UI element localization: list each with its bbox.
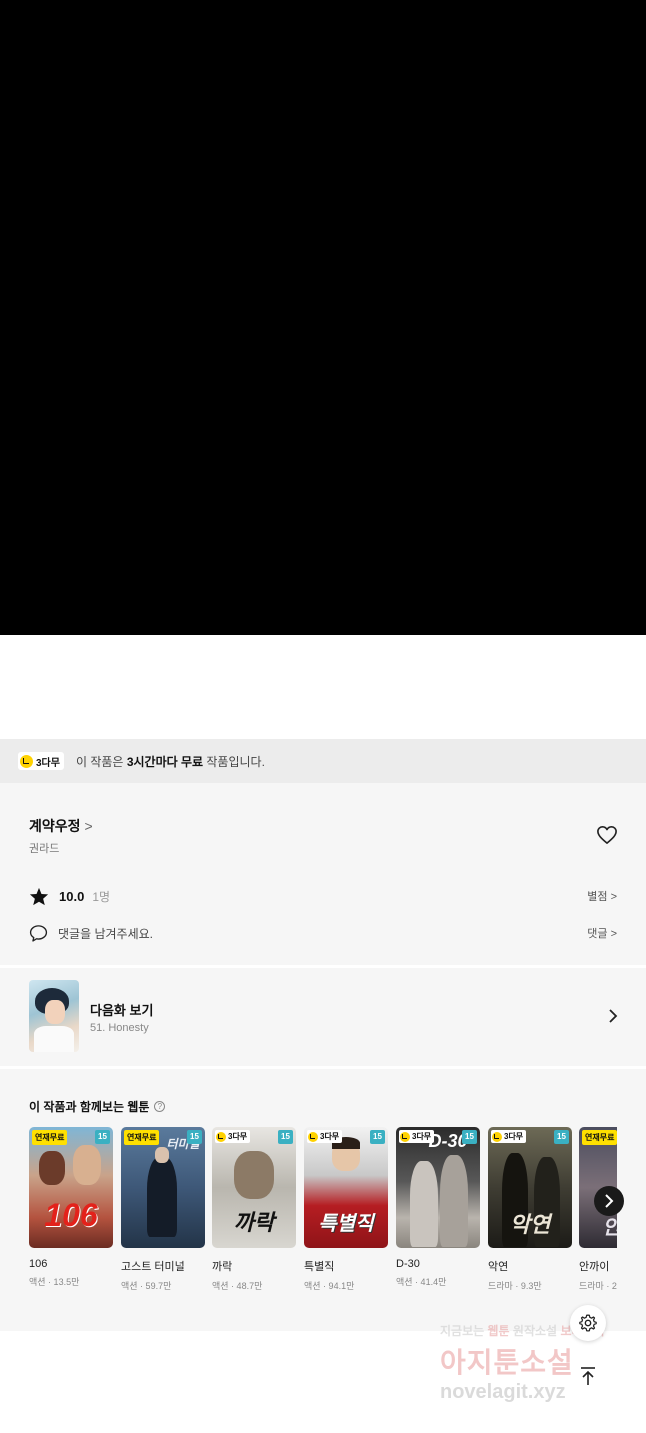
badge-label: 3다무	[504, 1132, 524, 1141]
notice-suffix: 작품입니다.	[203, 754, 265, 769]
cover-title-art: 106	[44, 1197, 98, 1233]
card-meta: 액션 · 41.4만	[396, 1277, 447, 1287]
card-title: 안까이	[579, 1261, 610, 1273]
cover-title-art: 까락	[233, 1210, 275, 1235]
recommend-card[interactable]: 106 연재무료 15 106 액션 · 13.5만	[29, 1127, 113, 1288]
divider	[0, 1066, 646, 1069]
clock-icon	[308, 1131, 318, 1142]
age-rating-badge: 15	[278, 1130, 293, 1144]
notice-text: 이 작품은 3시간마다 무료 작품입니다.	[76, 753, 265, 770]
cover-title-art: 특별직	[318, 1213, 374, 1235]
rate-label: 별점	[587, 891, 608, 903]
card-meta: 액션 · 94.1만	[304, 1281, 355, 1291]
series-title-link[interactable]: 계약우정 >	[29, 816, 93, 836]
series-title: 계약우정	[29, 818, 81, 834]
author-name: 권라드	[29, 843, 60, 855]
chevron-right-icon: >	[610, 928, 617, 940]
cover-image: 특별직 3다무 15	[304, 1127, 388, 1248]
cover-image: 악연 3다무 15	[488, 1127, 572, 1248]
cover-image: 까락 3다무 15	[212, 1127, 296, 1248]
divider	[0, 965, 646, 968]
age-rating-badge: 15	[187, 1130, 202, 1144]
episode-image-area	[0, 0, 646, 635]
rating-count: 1명	[92, 889, 111, 904]
age-rating-badge: 15	[554, 1130, 569, 1144]
cover-image: 터미널 연재무료 15	[121, 1127, 205, 1248]
three-hour-free-badge: 3다무	[399, 1130, 435, 1143]
chevron-right-icon[interactable]	[608, 1009, 618, 1023]
card-meta: 액션 · 48.7만	[212, 1281, 263, 1291]
carousel-next-button[interactable]	[594, 1186, 624, 1216]
card-title: 까락	[212, 1261, 233, 1273]
episode-info-panel: 계약우정 > 권라드 10.0 1명 별점 > 댓글을 남겨주세요. 댓글 > 다…	[0, 783, 646, 1331]
recommend-card[interactable]: 특별직 3다무 15 특별직 액션 · 94.1만	[304, 1127, 388, 1292]
comment-link[interactable]: 댓글 >	[587, 925, 617, 941]
three-hour-free-badge: 3다무	[307, 1130, 343, 1143]
comment-placeholder: 댓글을 남겨주세요.	[58, 926, 153, 941]
card-meta: 액션 · 13.5만	[29, 1277, 80, 1287]
three-hour-free-badge: 3다무	[18, 752, 64, 770]
notice-bold: 3시간마다 무료	[126, 754, 204, 769]
heart-icon[interactable]	[596, 825, 618, 845]
card-title: D-30	[396, 1258, 420, 1270]
wm-text-c: 원작소설	[509, 1324, 561, 1338]
age-rating-badge: 15	[370, 1130, 385, 1144]
comment-label: 댓글	[587, 928, 608, 940]
rating-value: 10.0	[59, 888, 85, 904]
badge-label: 3다무	[36, 757, 60, 769]
free-badge: 연재무료	[582, 1130, 617, 1145]
scroll-to-top-button[interactable]	[570, 1358, 606, 1394]
card-title: 악연	[488, 1261, 509, 1273]
next-episode-title: 51. Honesty	[90, 1022, 149, 1034]
clock-icon	[216, 1131, 226, 1142]
card-title: 특별직	[304, 1261, 335, 1273]
star-icon	[29, 887, 49, 905]
badge-label: 3다무	[228, 1132, 248, 1141]
clock-icon	[492, 1131, 502, 1142]
three-hour-free-badge: 3다무	[215, 1130, 251, 1143]
recommend-title-text: 이 작품과 함께보는 웹툰	[29, 1100, 150, 1114]
card-title: 고스트 터미널	[121, 1261, 185, 1273]
chevron-right-icon: >	[610, 891, 617, 903]
next-episode-thumbnail[interactable]	[29, 980, 79, 1052]
wm-text-b: 웹툰	[487, 1324, 510, 1338]
rating-row: 10.0 1명 별점 >	[29, 886, 617, 906]
chevron-right-icon	[605, 1194, 614, 1208]
free-badge: 연재무료	[32, 1130, 68, 1145]
card-meta: 드라마 · 9.3만	[488, 1281, 542, 1291]
age-rating-badge: 15	[462, 1130, 477, 1144]
arrow-up-icon	[581, 1367, 595, 1385]
notice-prefix: 이 작품은	[75, 754, 127, 769]
card-title: 106	[29, 1258, 48, 1270]
card-meta: 드라마 · 2	[579, 1281, 617, 1291]
clock-icon	[20, 754, 33, 768]
recommend-card[interactable]: 악연 3다무 15 악연 드라마 · 9.3만	[488, 1127, 572, 1292]
recommend-card[interactable]: 터미널 연재무료 15 고스트 터미널 액션 · 59.7만	[121, 1127, 205, 1292]
free-notice-bar: 3다무 이 작품은 3시간마다 무료 작품입니다.	[0, 739, 646, 783]
next-episode-label[interactable]: 다음화 보기	[90, 1000, 153, 1019]
settings-button[interactable]	[570, 1305, 606, 1341]
recommend-carousel: 106 연재무료 15 106 액션 · 13.5만 터미널 연재무료 15 고…	[29, 1127, 617, 1302]
age-rating-badge: 15	[95, 1130, 110, 1144]
cover-image: D-30 3다무 15	[396, 1127, 480, 1248]
wm-text-a: 지금보는	[440, 1324, 488, 1338]
speech-bubble-icon	[29, 925, 48, 942]
cover-title-art: 악연	[509, 1212, 551, 1237]
free-badge: 연재무료	[124, 1130, 160, 1145]
recommend-card[interactable]: D-30 3다무 15 D-30 액션 · 41.4만	[396, 1127, 480, 1288]
cover-image: 106 연재무료 15	[29, 1127, 113, 1248]
chevron-right-icon: >	[84, 818, 93, 834]
card-meta: 액션 · 59.7만	[121, 1281, 172, 1291]
comment-row[interactable]: 댓글을 남겨주세요. 댓글 >	[29, 923, 617, 943]
gear-icon	[579, 1314, 597, 1332]
three-hour-free-badge: 3다무	[491, 1130, 527, 1143]
rate-link[interactable]: 별점 >	[587, 888, 617, 904]
recommend-title: 이 작품과 함께보는 웹툰 ?	[29, 1098, 166, 1115]
badge-label: 3다무	[320, 1132, 340, 1141]
recommend-card[interactable]: 까락 3다무 15 까락 액션 · 48.7만	[212, 1127, 296, 1292]
clock-icon	[400, 1131, 410, 1142]
help-icon[interactable]: ?	[154, 1101, 166, 1112]
badge-label: 3다무	[412, 1132, 432, 1141]
